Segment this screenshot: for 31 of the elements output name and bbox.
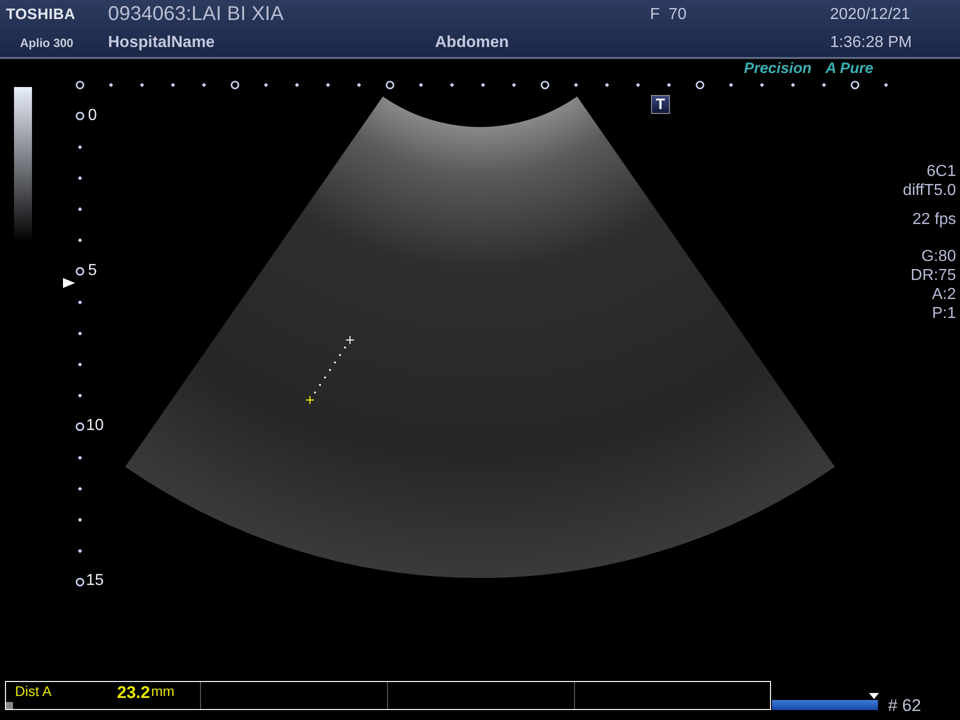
depth-label: 10 [86,418,105,434]
depth-label: 0 [88,108,98,124]
imaging-parameter: DR:75 [910,266,956,285]
sex-age: F 70 [650,6,688,24]
imaging-parameter: 22 fps [912,210,956,229]
imaging-parameter: G:80 [921,247,956,266]
exam-type: Abdomen [435,34,510,52]
model-name: Aplio 300 [19,36,74,50]
exam-date: 2020/12/21 [830,6,912,24]
imaging-parameter: A:2 [932,285,956,304]
depth-label: 5 [88,263,98,279]
exam-time: 1:36:28 PM [830,34,913,52]
focus-marker-icon [63,278,75,288]
mode-label: Precision [744,60,812,77]
imaging-parameter: 6C1 [926,162,956,181]
measurement-value: 23.2 [117,683,150,703]
cine-bar[interactable] [772,700,878,710]
frame-number: # 62 [888,696,922,716]
hospital-name: HospitalName [108,34,216,52]
status-square-icon [6,702,13,709]
brand-logo: TOSHIBA [5,6,76,23]
depth-label: 15 [86,573,105,589]
marker-icon: T [651,95,670,114]
mode-label: A Pure [826,60,874,77]
imaging-parameter: P:1 [932,304,956,323]
measurement-caliper [306,336,354,404]
measurement-label: Dist A [15,683,53,699]
patient-name: 0934063:LAI BI XIA [108,3,285,26]
measurement-unit: mm [151,683,174,699]
imaging-parameter: diffT5.0 [902,181,956,200]
cine-position-icon [869,693,879,699]
